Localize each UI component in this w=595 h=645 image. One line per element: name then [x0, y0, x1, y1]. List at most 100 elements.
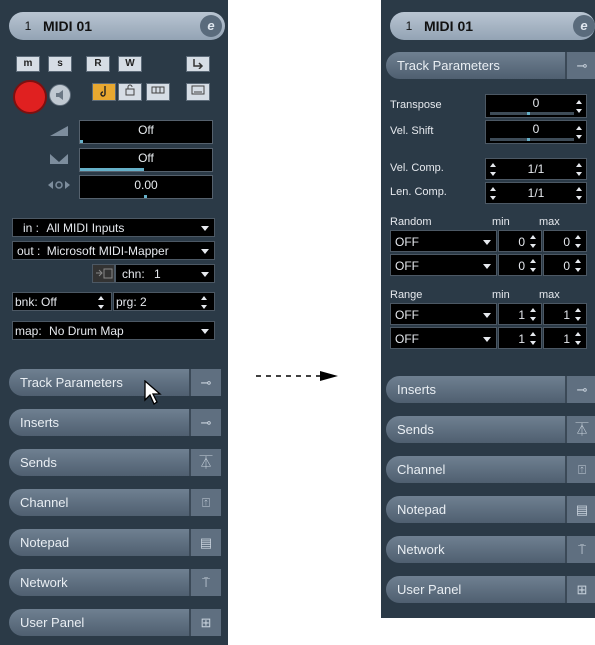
- transpose-label: Transpose: [390, 99, 442, 111]
- section-sends[interactable]: Sends ⏄: [9, 449, 221, 476]
- section-inserts[interactable]: Inserts ⊸: [9, 409, 221, 436]
- volume-value: Off: [138, 123, 154, 137]
- program-selector[interactable]: prg: 2: [113, 292, 215, 311]
- spin-icon[interactable]: [201, 296, 208, 309]
- notepad-icon[interactable]: ▤: [189, 529, 221, 556]
- mute-button[interactable]: m: [16, 56, 40, 72]
- pan-display[interactable]: Off: [79, 148, 213, 172]
- section-channel[interactable]: Channel ⍐: [9, 489, 221, 516]
- range-max-field[interactable]: 1: [543, 327, 587, 349]
- network-icon[interactable]: ⍑: [189, 569, 221, 596]
- random-min-field[interactable]: 0: [498, 254, 542, 276]
- lock-icon[interactable]: [118, 83, 142, 101]
- spin-icon[interactable]: [575, 259, 582, 272]
- edit-instrument-button[interactable]: e: [573, 15, 595, 37]
- fader-icon[interactable]: ⍐: [189, 489, 221, 516]
- output-routing-select[interactable]: out : Microsoft MIDI-Mapper: [12, 241, 215, 260]
- delay-value: 0.00: [134, 178, 158, 192]
- section-network[interactable]: Network ⍑: [9, 569, 221, 596]
- fold-icon[interactable]: ⊸: [189, 409, 221, 436]
- volume-display[interactable]: Off: [79, 120, 213, 144]
- fold-icon[interactable]: ⊸: [565, 376, 595, 403]
- spin-icon[interactable]: [575, 308, 582, 321]
- range-min-label: min: [492, 289, 510, 301]
- random-mode-select[interactable]: OFF: [390, 254, 497, 276]
- spin-icon[interactable]: [490, 163, 497, 176]
- notepad-icon[interactable]: ▤: [565, 496, 595, 523]
- track-number: 1: [24, 19, 32, 33]
- transpose-field[interactable]: 0: [485, 94, 587, 118]
- output-icon[interactable]: [186, 56, 210, 72]
- monitor-button[interactable]: [49, 84, 71, 106]
- section-track-parameters[interactable]: Track Parameters ⊸: [386, 52, 595, 79]
- delay-display[interactable]: 0.00: [79, 175, 213, 199]
- spin-icon[interactable]: [576, 187, 583, 200]
- spin-icon[interactable]: [575, 332, 582, 345]
- section-sends[interactable]: Sends ⏄: [386, 416, 595, 443]
- input-routing-select[interactable]: in : All MIDI Inputs: [12, 218, 215, 237]
- channel-select[interactable]: chn: 1: [115, 264, 215, 283]
- spin-icon[interactable]: [576, 100, 583, 113]
- note-icon[interactable]: [92, 83, 116, 101]
- spin-icon[interactable]: [530, 235, 537, 248]
- bank-selector[interactable]: bnk: Off: [12, 292, 112, 311]
- spin-icon[interactable]: [530, 332, 537, 345]
- instrument-icon[interactable]: [92, 264, 115, 283]
- section-notepad[interactable]: Notepad ▤: [386, 496, 595, 523]
- range-mode-select[interactable]: OFF: [390, 327, 497, 349]
- range-mode-select[interactable]: OFF: [390, 303, 497, 325]
- fold-icon[interactable]: ⊸: [565, 52, 595, 79]
- user-panel-icon[interactable]: ⊞: [565, 576, 595, 603]
- spin-icon[interactable]: [576, 126, 583, 139]
- random-label: Random: [390, 216, 432, 228]
- random-mode-select[interactable]: OFF: [390, 230, 497, 252]
- lanes-icon[interactable]: [146, 83, 170, 101]
- section-channel[interactable]: Channel ⍐: [386, 456, 595, 483]
- chevron-down-icon: [483, 313, 491, 318]
- spin-icon[interactable]: [530, 259, 537, 272]
- fader-icon[interactable]: ⍐: [565, 456, 595, 483]
- random-max-field[interactable]: 0: [543, 254, 587, 276]
- vel-comp-field[interactable]: 1/1: [485, 158, 587, 180]
- random-max-field[interactable]: 0: [543, 230, 587, 252]
- track-header[interactable]: 1 MIDI 01 e: [9, 12, 225, 40]
- volume-icon: [50, 126, 68, 136]
- drum-map-select[interactable]: map: No Drum Map: [12, 321, 215, 340]
- track-name[interactable]: MIDI 01: [43, 12, 92, 40]
- record-enable-button[interactable]: [13, 80, 47, 114]
- section-network[interactable]: Network ⍑: [386, 536, 595, 563]
- vel-shift-field[interactable]: 0: [485, 120, 587, 144]
- range-min-field[interactable]: 1: [498, 303, 542, 325]
- user-panel-icon[interactable]: ⊞: [189, 609, 221, 636]
- pan-value: Off: [138, 151, 154, 165]
- track-header[interactable]: 1 MIDI 01 e: [390, 12, 595, 40]
- len-comp-field[interactable]: 1/1: [485, 182, 587, 204]
- spin-icon[interactable]: [576, 163, 583, 176]
- section-inserts[interactable]: Inserts ⊸: [386, 376, 595, 403]
- spin-icon[interactable]: [530, 308, 537, 321]
- delay-icon: [48, 181, 70, 189]
- section-notepad[interactable]: Notepad ▤: [9, 529, 221, 556]
- spin-icon[interactable]: [490, 187, 497, 200]
- range-min-field[interactable]: 1: [498, 327, 542, 349]
- len-comp-label: Len. Comp.: [390, 186, 447, 198]
- sends-icon[interactable]: ⏄: [189, 449, 221, 476]
- range-max-field[interactable]: 1: [543, 303, 587, 325]
- section-user-panel[interactable]: User Panel ⊞: [386, 576, 595, 603]
- random-min-field[interactable]: 0: [498, 230, 542, 252]
- section-track-parameters[interactable]: Track Parameters ⊸: [9, 369, 221, 396]
- fold-icon[interactable]: ⊸: [189, 369, 221, 396]
- solo-button[interactable]: s: [48, 56, 72, 72]
- write-automation-button[interactable]: W: [118, 56, 142, 72]
- edit-in-place-icon[interactable]: [186, 83, 210, 101]
- section-user-panel[interactable]: User Panel ⊞: [9, 609, 221, 636]
- pan-icon: [50, 154, 68, 164]
- track-name[interactable]: MIDI 01: [424, 12, 473, 40]
- edit-instrument-button[interactable]: e: [200, 15, 222, 37]
- network-icon[interactable]: ⍑: [565, 536, 595, 563]
- sends-icon[interactable]: ⏄: [565, 416, 595, 443]
- read-automation-button[interactable]: R: [86, 56, 110, 72]
- spin-icon[interactable]: [575, 235, 582, 248]
- transition-arrow-icon: [256, 371, 338, 381]
- spin-icon[interactable]: [98, 296, 105, 309]
